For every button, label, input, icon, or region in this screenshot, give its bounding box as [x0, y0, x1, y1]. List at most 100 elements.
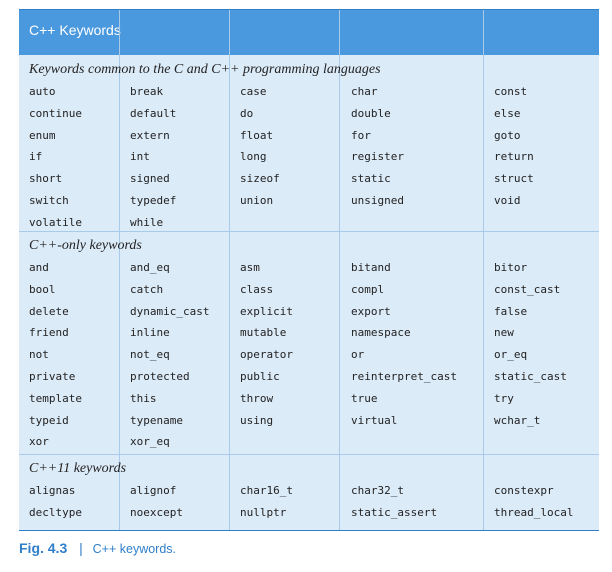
keyword-cell: public [240, 370, 280, 383]
keyword-cell: short [29, 172, 63, 186]
keyword-cell: static [351, 172, 391, 186]
keyword-cell: namespace [351, 326, 411, 340]
keyword-cell: auto [29, 85, 56, 98]
keyword-cell: xor [29, 435, 49, 449]
keyword-cell: goto [494, 128, 521, 142]
keyword-cell: void [494, 194, 521, 207]
keyword-cell: dynamic_cast [130, 304, 210, 318]
keyword-cell: unsigned [351, 194, 404, 207]
keyword-cell: try [494, 391, 514, 405]
keyword-cell: false [494, 304, 528, 318]
keyword-cell: xor_eq [130, 435, 170, 449]
keyword-cell: typeid [29, 413, 69, 427]
keyword-cell: alignas [29, 484, 76, 497]
keyword-cell: catch [130, 282, 164, 296]
keyword-cell: new [494, 326, 514, 340]
keyword-cell: char [351, 85, 378, 98]
section-title: Keywords common to the C and C++ program… [29, 62, 381, 77]
caption-text: C++ keywords. [92, 542, 177, 556]
keywords-table: C++ Keywords Keywords common to the C an… [19, 9, 599, 531]
keyword-cell: asm [240, 261, 260, 274]
keyword-cell: long [240, 150, 267, 164]
column-divider [229, 10, 230, 530]
keyword-cell: compl [351, 282, 385, 296]
keyword-cell: explicit [240, 304, 293, 318]
keyword-cell: virtual [351, 413, 398, 427]
keyword-cell: typename [130, 413, 183, 427]
keyword-cell: export [351, 304, 391, 318]
keyword-cell: and [29, 261, 49, 274]
keyword-cell: not [29, 348, 49, 362]
keyword-cell: const_cast [494, 282, 561, 296]
keyword-cell: register [351, 150, 404, 164]
keyword-cell: enum [29, 128, 56, 142]
keyword-cell: alignof [130, 484, 177, 497]
keyword-cell: signed [130, 172, 170, 186]
figure-caption: Fig. 4.3 | C++ keywords. [19, 540, 176, 556]
keyword-cell: using [240, 413, 274, 427]
table-header: C++ Keywords [19, 10, 599, 55]
section-divider [19, 231, 599, 232]
keyword-cell: union [240, 194, 274, 207]
keyword-cell: or_eq [494, 348, 528, 362]
keyword-cell: throw [240, 391, 274, 405]
keyword-cell: bitor [494, 261, 528, 274]
keyword-cell: not_eq [130, 348, 170, 362]
caption-separator: | [79, 540, 83, 556]
keyword-cell: double [351, 106, 391, 120]
keyword-cell: nullptr [240, 505, 287, 519]
keyword-cell: return [494, 150, 534, 164]
keyword-cell: operator [240, 348, 293, 362]
keyword-cell: or [351, 348, 365, 362]
keyword-cell: if [29, 150, 43, 164]
keyword-cell: char16_t [240, 484, 293, 497]
section-divider [19, 454, 599, 455]
keyword-cell: protected [130, 370, 190, 383]
keyword-cell: mutable [240, 326, 287, 340]
keyword-cell: constexpr [494, 484, 554, 497]
keyword-cell: wchar_t [494, 413, 541, 427]
keyword-cell: true [351, 391, 378, 405]
keyword-cell: typedef [130, 194, 177, 207]
keyword-cell: default [130, 106, 177, 120]
keyword-cell: const [494, 85, 528, 98]
section-title: C++11 keywords [29, 461, 127, 476]
column-divider [119, 10, 120, 530]
keyword-cell: volatile [29, 215, 82, 229]
keyword-cell: int [130, 150, 150, 164]
keyword-cell: for [351, 128, 371, 142]
keyword-cell: private [29, 370, 76, 383]
keyword-cell: struct [494, 172, 534, 186]
keyword-cell: static_cast [494, 370, 567, 383]
keyword-cell: delete [29, 304, 69, 318]
keyword-cell: bool [29, 282, 56, 296]
keyword-cell: else [494, 106, 521, 120]
keyword-cell: extern [130, 128, 170, 142]
keyword-cell: switch [29, 194, 69, 207]
keyword-cell: decltype [29, 505, 82, 519]
keyword-cell: float [240, 128, 274, 142]
keyword-cell: break [130, 85, 164, 98]
keyword-cell: case [240, 85, 267, 98]
keyword-cell: continue [29, 106, 82, 120]
keyword-cell: inline [130, 326, 170, 340]
keyword-cell: do [240, 106, 254, 120]
keyword-cell: this [130, 391, 157, 405]
keyword-cell: class [240, 282, 274, 296]
keyword-cell: and_eq [130, 261, 170, 274]
keyword-cell: static_assert [351, 505, 438, 519]
column-divider [483, 10, 484, 530]
keyword-cell: char32_t [351, 484, 404, 497]
keyword-cell: sizeof [240, 172, 280, 186]
caption-figure-number: Fig. 4.3 [19, 540, 68, 556]
keyword-cell: noexcept [130, 505, 183, 519]
column-divider [339, 10, 340, 530]
keyword-cell: template [29, 391, 82, 405]
keyword-cell: friend [29, 326, 69, 340]
keyword-cell: while [130, 215, 164, 229]
table-title: C++ Keywords [29, 22, 121, 38]
keyword-cell: bitand [351, 261, 391, 274]
keyword-cell: thread_local [494, 505, 574, 519]
section-title: C++-only keywords [29, 238, 142, 253]
keyword-cell: reinterpret_cast [351, 370, 457, 383]
